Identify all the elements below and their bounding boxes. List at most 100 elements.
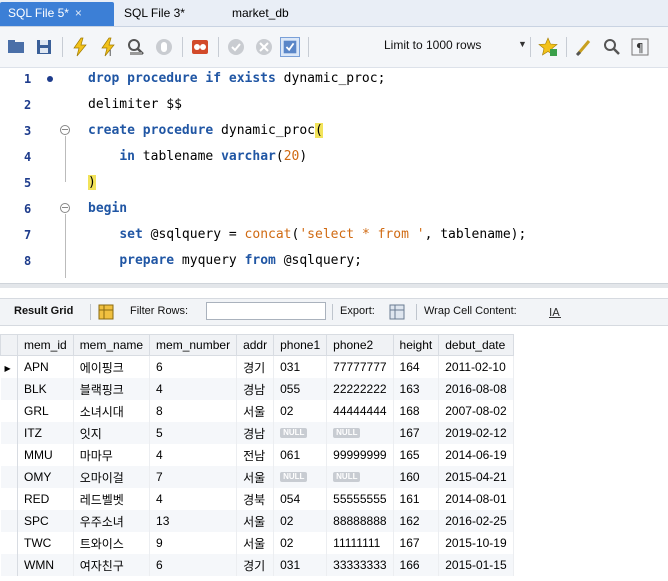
grid-cell[interactable]: 2015-01-15: [438, 554, 514, 576]
add-snippet-icon[interactable]: [538, 37, 558, 57]
fold-collapse-icon[interactable]: [60, 203, 70, 213]
grid-cell[interactable]: OMY: [17, 466, 74, 488]
grid-cell[interactable]: 055: [273, 378, 328, 400]
export-icon[interactable]: [388, 303, 406, 321]
row-header[interactable]: [0, 532, 18, 554]
grid-cell[interactable]: 우주소녀: [73, 510, 151, 532]
grid-cell[interactable]: WMN: [17, 554, 74, 576]
close-tab-icon[interactable]: ×: [75, 6, 82, 20]
commit-icon[interactable]: [226, 37, 246, 57]
row-header[interactable]: [0, 466, 18, 488]
row-header[interactable]: [0, 422, 18, 444]
grid-cell[interactable]: 166: [393, 554, 440, 576]
grid-cell[interactable]: 2016-02-25: [438, 510, 514, 532]
grid-cell[interactable]: 165: [393, 444, 440, 466]
row-header[interactable]: [0, 510, 18, 532]
column-header[interactable]: phone1: [273, 334, 328, 356]
grid-cell[interactable]: 22222222: [326, 378, 394, 400]
grid-cell[interactable]: BLK: [17, 378, 74, 400]
grid-cell[interactable]: 레드벨벳: [73, 488, 151, 510]
grid-cell[interactable]: 2015-10-19: [438, 532, 514, 554]
grid-cell[interactable]: 소녀시대: [73, 400, 151, 422]
grid-cell[interactable]: 163: [393, 378, 440, 400]
find-icon[interactable]: [602, 37, 622, 57]
grid-cell[interactable]: 2016-08-08: [438, 378, 514, 400]
grid-cell[interactable]: 167: [393, 422, 440, 444]
grid-cell[interactable]: 88888888: [326, 510, 394, 532]
row-header[interactable]: [0, 444, 18, 466]
column-header[interactable]: phone2: [326, 334, 394, 356]
open-folder-icon[interactable]: [6, 37, 26, 57]
grid-cell[interactable]: 2007-08-02: [438, 400, 514, 422]
grid-cell[interactable]: 에이핑크: [73, 355, 151, 378]
sql-editor[interactable]: 1 drop procedure if exists dynamic_proc;…: [0, 68, 668, 278]
grid-cell[interactable]: 168: [393, 400, 440, 422]
grid-cell[interactable]: NULL: [273, 466, 328, 488]
grid-cell[interactable]: 4: [149, 444, 238, 466]
grid-cell[interactable]: 서울: [236, 400, 275, 422]
result-grid[interactable]: mem_id mem_name mem_number addr phone1 phone2…: [0, 334, 514, 576]
grid-cell[interactable]: 8: [149, 400, 238, 422]
grid-cell[interactable]: 경남: [236, 422, 275, 444]
result-grid-tab[interactable]: Result Grid: [14, 305, 73, 317]
grid-cell[interactable]: 02: [273, 400, 328, 422]
table-row[interactable]: TWC 트와이스 9 서울 02 11111111 167 2015-10-19: [0, 532, 514, 554]
table-row[interactable]: RED 레드벨벳 4 경북 054 55555555 161 2014-08-01: [0, 488, 514, 510]
panel-splitter[interactable]: [0, 283, 668, 288]
toggle-error-icon[interactable]: [190, 37, 210, 57]
grid-cell[interactable]: 2015-04-21: [438, 466, 514, 488]
row-header[interactable]: [0, 554, 18, 576]
grid-cell[interactable]: 99999999: [326, 444, 394, 466]
grid-cell[interactable]: 트와이스: [73, 532, 151, 554]
grid-cell[interactable]: 6: [149, 355, 238, 378]
table-row[interactable]: WMN 여자친구 6 경기 031 33333333 166 2015-01-15: [0, 554, 514, 576]
grid-cell[interactable]: 경북: [236, 488, 275, 510]
column-header[interactable]: mem_name: [72, 334, 151, 356]
grid-cell[interactable]: 서울: [236, 532, 275, 554]
table-row[interactable]: ▶ APN 에이핑크 6 경기 031 77777777 164 2011-02-10: [0, 355, 514, 378]
column-header[interactable]: addr: [236, 334, 275, 356]
grid-cell[interactable]: 44444444: [326, 400, 394, 422]
grid-cell[interactable]: SPC: [17, 510, 74, 532]
grid-cell[interactable]: 054: [273, 488, 328, 510]
grid-cell[interactable]: 서울: [236, 466, 275, 488]
grid-cell[interactable]: 경기: [236, 554, 275, 576]
grid-cell[interactable]: 6: [149, 554, 238, 576]
grid-cell[interactable]: 13: [149, 510, 238, 532]
grid-cell[interactable]: 02: [273, 532, 328, 554]
grid-cell[interactable]: 여자친구: [73, 554, 151, 576]
column-header[interactable]: mem_number: [149, 334, 238, 356]
grid-cell[interactable]: 마마무: [73, 444, 151, 466]
grid-cell[interactable]: ITZ: [17, 422, 74, 444]
invisible-chars-icon[interactable]: ¶: [630, 37, 650, 57]
column-header[interactable]: mem_id: [17, 334, 74, 356]
grid-cell[interactable]: 서울: [236, 510, 275, 532]
grid-cell[interactable]: APN: [17, 355, 74, 378]
grid-cell[interactable]: 5: [149, 422, 238, 444]
grid-cell[interactable]: 55555555: [326, 488, 394, 510]
table-row[interactable]: SPC 우주소녀 13 서울 02 88888888 162 2016-02-25: [0, 510, 514, 532]
grid-cell[interactable]: 031: [273, 355, 328, 378]
grid-cell[interactable]: 164: [393, 355, 440, 378]
grid-cell[interactable]: 167: [393, 532, 440, 554]
row-header[interactable]: [0, 400, 18, 422]
grid-cell[interactable]: 경남: [236, 378, 275, 400]
grid-cell[interactable]: MMU: [17, 444, 74, 466]
grid-cell[interactable]: RED: [17, 488, 74, 510]
grid-cell[interactable]: 162: [393, 510, 440, 532]
grid-cell[interactable]: 잇지: [73, 422, 151, 444]
beautify-icon[interactable]: [574, 37, 594, 57]
execute-current-icon[interactable]: I: [98, 37, 118, 57]
chevron-down-icon[interactable]: ▼: [518, 39, 527, 49]
grid-cell[interactable]: NULL: [273, 422, 328, 444]
filter-rows-input[interactable]: [206, 302, 326, 320]
grid-cell[interactable]: GRL: [17, 400, 74, 422]
row-header[interactable]: ▶: [0, 355, 18, 378]
grid-cell[interactable]: 2014-06-19: [438, 444, 514, 466]
wrap-text-icon[interactable]: IA: [548, 305, 562, 319]
table-row[interactable]: GRL 소녀시대 8 서울 02 44444444 168 2007-08-02: [0, 400, 514, 422]
table-row[interactable]: MMU 마마무 4 전남 061 99999999 165 2014-06-19: [0, 444, 514, 466]
grid-cell[interactable]: 경기: [236, 355, 275, 378]
grid-cell[interactable]: 4: [149, 488, 238, 510]
column-header[interactable]: height: [392, 334, 440, 356]
